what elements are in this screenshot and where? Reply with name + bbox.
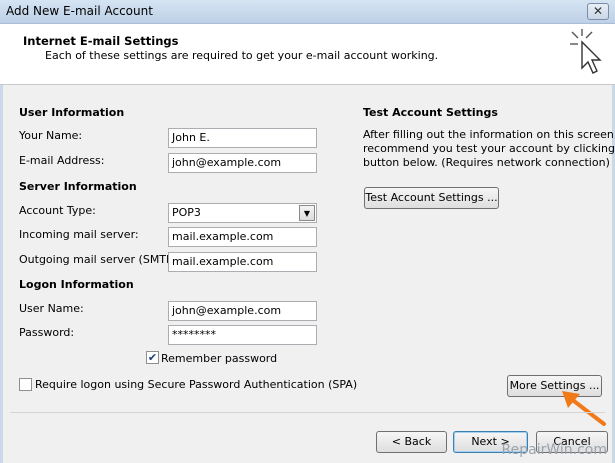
server-information-heading: Server Information	[19, 180, 137, 193]
spa-label: Require logon using Secure Password Auth…	[35, 378, 358, 391]
sparkle-cursor-icon	[570, 29, 602, 74]
account-type-value: POP3	[172, 206, 201, 219]
chevron-down-icon[interactable]: ▼	[299, 205, 315, 221]
remember-password-checkbox[interactable]: ✔	[146, 351, 159, 364]
incoming-mail-server-label: Incoming mail server:	[19, 228, 139, 241]
watermark: RepairWin.com	[501, 442, 607, 458]
outgoing-mail-server-label: Outgoing mail server (SMTP):	[19, 253, 181, 266]
header-title: Internet E-mail Settings	[23, 34, 179, 48]
test-account-settings-button[interactable]: Test Account Settings ...	[364, 187, 499, 209]
window-border-left	[0, 24, 3, 463]
incoming-mail-server-input[interactable]: mail.example.com	[168, 227, 317, 247]
dialog-header: Internet E-mail Settings Each of these s…	[0, 24, 615, 85]
your-name-input[interactable]: John E.	[168, 128, 317, 148]
password-input[interactable]: ********	[168, 325, 317, 345]
spa-checkbox[interactable]	[19, 378, 32, 391]
email-address-label: E-mail Address:	[19, 154, 105, 167]
user-name-input[interactable]: john@example.com	[168, 301, 317, 321]
remember-password-label: Remember password	[161, 352, 278, 365]
account-type-select[interactable]: POP3 ▼	[168, 203, 317, 223]
test-description-line-3: button below. (Requires network connecti…	[363, 156, 610, 169]
header-subtitle: Each of these settings are required to g…	[45, 49, 439, 62]
logon-information-heading: Logon Information	[19, 278, 134, 291]
close-button[interactable]: ✕	[587, 3, 609, 20]
password-label: Password:	[19, 326, 75, 339]
email-address-input[interactable]: john@example.com	[168, 153, 317, 173]
test-description-line-1: After filling out the information on thi…	[363, 128, 615, 141]
title-bar: Add New E-mail Account ✕	[0, 0, 615, 24]
test-account-settings-heading: Test Account Settings	[363, 106, 498, 119]
user-name-label: User Name:	[19, 302, 84, 315]
account-type-label: Account Type:	[19, 204, 96, 217]
window-title: Add New E-mail Account	[6, 4, 153, 18]
annotation-arrow-icon	[562, 391, 606, 426]
outgoing-mail-server-input[interactable]: mail.example.com	[168, 252, 317, 272]
your-name-label: Your Name:	[19, 129, 83, 142]
footer-divider	[10, 412, 605, 413]
user-information-heading: User Information	[19, 106, 125, 119]
test-description-line-2: recommend you test your account by click…	[363, 142, 615, 155]
back-button[interactable]: < Back	[376, 431, 447, 453]
